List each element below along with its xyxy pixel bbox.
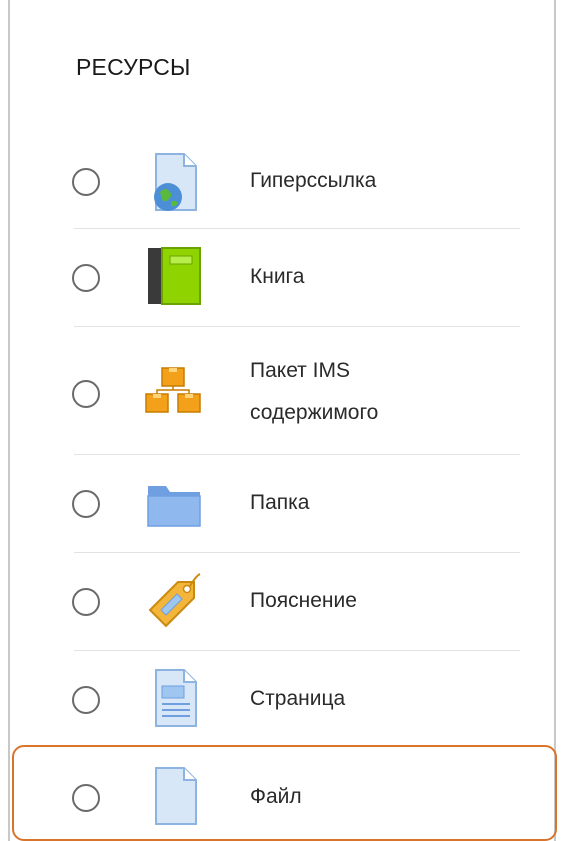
url-globe-icon bbox=[154, 153, 197, 211]
radio-page[interactable] bbox=[72, 686, 100, 714]
resource-option-url[interactable]: Гиперссылка bbox=[50, 150, 520, 214]
radio-folder[interactable] bbox=[72, 490, 100, 518]
radio-label[interactable] bbox=[72, 588, 100, 616]
separator bbox=[74, 326, 520, 327]
resource-label-book: Книга bbox=[250, 265, 305, 288]
resource-option-label[interactable]: Пояснение bbox=[50, 566, 520, 638]
radio-ims[interactable] bbox=[72, 380, 100, 408]
section-title: РЕСУРСЫ bbox=[76, 54, 191, 80]
separator bbox=[74, 552, 520, 553]
radio-url[interactable] bbox=[72, 168, 100, 196]
resource-label-label: Пояснение bbox=[250, 589, 357, 612]
resources-panel: РЕСУРСЫ Гиперссылка Книга Пакет IMS соде… bbox=[8, 0, 556, 841]
book-icon bbox=[148, 247, 201, 305]
resource-label-page: Страница bbox=[250, 687, 346, 710]
label-tag-icon bbox=[148, 573, 201, 628]
page-icon bbox=[155, 669, 197, 727]
resource-option-book[interactable]: Книга bbox=[50, 242, 520, 312]
resource-label-url: Гиперссылка bbox=[250, 169, 377, 192]
resource-label-ims-line2: содержимого bbox=[250, 401, 379, 424]
separator bbox=[74, 228, 520, 229]
file-option-highlight bbox=[12, 745, 557, 841]
resource-option-folder[interactable]: Папка bbox=[50, 468, 520, 540]
ims-package-icon bbox=[145, 367, 201, 413]
folder-icon bbox=[147, 486, 201, 527]
separator bbox=[74, 454, 520, 455]
separator bbox=[74, 650, 520, 651]
resource-option-ims[interactable]: Пакет IMS содержимого bbox=[50, 340, 520, 448]
radio-book[interactable] bbox=[72, 264, 100, 292]
resource-label-ims-line1: Пакет IMS bbox=[250, 359, 350, 382]
resource-option-page[interactable]: Страница bbox=[50, 664, 520, 736]
resource-label-folder: Папка bbox=[250, 491, 310, 514]
